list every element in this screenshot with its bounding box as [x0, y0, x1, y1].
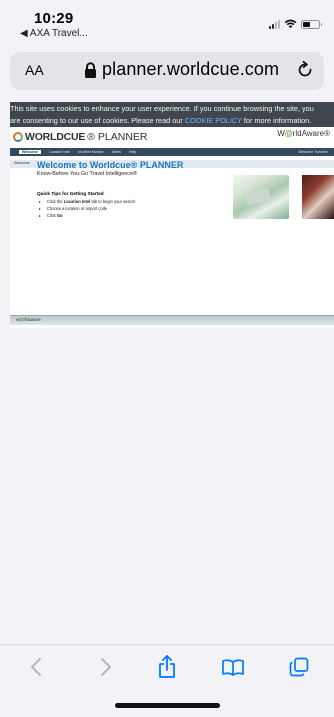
bookmarks-button[interactable] — [219, 655, 247, 679]
url-text[interactable]: planner.worldcue.com — [102, 59, 279, 80]
share-icon — [159, 655, 175, 678]
chevron-left-icon — [31, 658, 41, 676]
wifi-icon — [284, 19, 297, 29]
share-button[interactable] — [153, 655, 181, 679]
tabs-button[interactable] — [285, 655, 313, 679]
site-header: WORLDCUE ® PLANNER W@rldAware® — [10, 127, 334, 148]
cookie-text-line2: are consenting to our use of cookies. Pl… — [10, 115, 334, 127]
tab-incident-monitor[interactable]: Incident Monitor — [78, 150, 104, 154]
back-button[interactable] — [22, 655, 50, 679]
partner-logo-pre: W — [277, 129, 285, 138]
welcome-title: Welcome to Worldcue® PLANNER — [37, 160, 184, 170]
worldcue-ring-icon — [13, 132, 23, 142]
tip-text-end: tab to begin your search — [90, 199, 136, 204]
reader-options-label: AA — [25, 62, 44, 78]
tip-text: Choose a location or airport code — [46, 206, 108, 211]
status-icons — [269, 19, 322, 29]
welcome-subtitle: Know-Before-You-Go Travel Intelligence® — [37, 171, 137, 177]
logo-bold-text: WORLDCUE — [25, 131, 86, 143]
tips-list: Click the Location Intel tab to begin yo… — [39, 199, 136, 220]
promo-image-glasses — [233, 175, 289, 219]
forward-button[interactable] — [92, 655, 120, 679]
tip-item: Click Go — [39, 213, 135, 220]
book-icon — [222, 659, 244, 676]
promo-image-traveler — [302, 175, 334, 219]
status-time: 10:29 — [34, 10, 74, 27]
cellular-signal-icon — [269, 19, 280, 29]
site-footer: w@rldaware — [10, 315, 334, 325]
tab-welcome[interactable]: Welcome — [19, 150, 41, 154]
worldaware-logo[interactable]: W@rldAware® — [277, 129, 330, 138]
cookie-policy-link[interactable]: COOKIE POLICY — [185, 116, 242, 125]
worldcue-logo[interactable]: WORLDCUE ® PLANNER — [13, 131, 148, 143]
cookie-text-line1: This site uses cookies to enhance your u… — [10, 104, 314, 113]
tab-location-intel[interactable]: Location Intel — [49, 150, 70, 154]
tabs-icon — [289, 657, 309, 677]
reload-icon[interactable] — [297, 61, 314, 80]
tip-item: Choose a location or airport code — [39, 206, 135, 213]
chevron-right-icon — [101, 658, 111, 676]
partner-logo-post: rldAware® — [292, 129, 330, 138]
tip-bold-text: Go — [56, 213, 63, 218]
partner-logo-accent: @ — [284, 129, 293, 138]
tab-alerts[interactable]: Alerts — [112, 150, 121, 154]
tip-text: Click the — [46, 199, 64, 204]
nav-user-text: Welcome Traveller — [298, 150, 328, 154]
cookie-text-line2-start: are consenting to our use of cookies. Pl… — [10, 116, 185, 125]
footer-logo: w@rldaware — [16, 317, 41, 322]
logo-light-text: ® PLANNER — [87, 131, 148, 143]
cookie-text-line2-end: for more information. — [241, 116, 312, 125]
tip-item: Click the Location Intel tab to begin yo… — [39, 199, 136, 206]
tip-text: Click — [46, 213, 57, 218]
tab-help[interactable]: Help — [129, 150, 136, 154]
reader-options-button[interactable]: AA — [25, 62, 44, 78]
home-indicator[interactable] — [115, 703, 220, 708]
main-nav: Welcome Location Intel Incident Monitor … — [10, 148, 334, 156]
back-to-app-link[interactable]: ◀ AXA Travel... — [20, 28, 88, 39]
status-bar: 10:29 ◀ AXA Travel... — [0, 0, 334, 44]
battery-icon — [301, 19, 322, 29]
tip-bold-text: Location Intel — [63, 199, 91, 204]
address-bar[interactable]: AA planner.worldcue.com — [10, 52, 324, 90]
tips-title: Quick Tips for Getting Started — [37, 191, 104, 196]
cookie-banner: This site uses cookies to enhance your u… — [10, 102, 334, 127]
lock-icon — [85, 62, 96, 78]
webpage-viewport[interactable]: This site uses cookies to enhance your u… — [10, 102, 334, 328]
